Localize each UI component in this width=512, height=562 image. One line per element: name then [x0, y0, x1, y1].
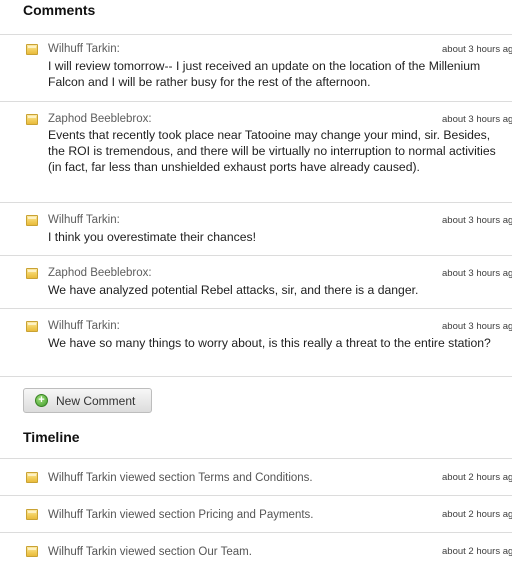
timeline-text: Wilhuff Tarkin viewed section Pricing an…	[48, 509, 314, 521]
timeline-text: Wilhuff Tarkin viewed section Terms and …	[48, 472, 313, 484]
timeline-timestamp: about 2 hours ago	[442, 472, 512, 483]
comment-author: Wilhuff Tarkin:	[48, 214, 120, 226]
plus-circle-icon: +	[35, 394, 48, 407]
comments-heading: Comments	[23, 2, 96, 18]
comment-text: Events that recently took place near Tat…	[48, 128, 496, 174]
comment-text: We have analyzed potential Rebel attacks…	[48, 283, 419, 297]
comment-author: Wilhuff Tarkin:	[48, 43, 120, 55]
timeline-item: Wilhuff Tarkin viewed section Terms and …	[0, 458, 512, 496]
comment-text: I think you overestimate their chances!	[48, 230, 256, 244]
comment-text: We have so many things to worry about, i…	[48, 336, 491, 350]
timeline-timestamp: about 2 hours ago	[442, 509, 512, 520]
comment-timestamp: about 3 hours ago	[442, 268, 512, 279]
comment-timestamp: about 3 hours ago	[442, 215, 512, 226]
note-icon	[26, 114, 38, 125]
note-icon	[26, 44, 38, 55]
comment-timestamp: about 3 hours ago	[442, 321, 512, 332]
timeline-item: Wilhuff Tarkin viewed section Our Team. …	[0, 532, 512, 562]
comment-author: Wilhuff Tarkin:	[48, 320, 120, 332]
comment-author: Zaphod Beeblebrox:	[48, 267, 152, 279]
new-comment-label: New Comment	[56, 394, 136, 408]
comment-item: Wilhuff Tarkin: about 3 hours ago I will…	[0, 34, 512, 102]
comments-divider	[0, 376, 512, 377]
comment-timestamp: about 3 hours ago	[442, 44, 512, 55]
timeline-timestamp: about 2 hours ago	[442, 546, 512, 557]
comment-item: Zaphod Beeblebrox: about 3 hours ago Eve…	[0, 101, 512, 202]
timeline-text: Wilhuff Tarkin viewed section Our Team.	[48, 546, 252, 558]
comment-author: Zaphod Beeblebrox:	[48, 113, 152, 125]
comment-item: Zaphod Beeblebrox: about 3 hours ago We …	[0, 255, 512, 308]
comment-text: I will review tomorrow-- I just received…	[48, 59, 481, 89]
timeline-item: Wilhuff Tarkin viewed section Pricing an…	[0, 495, 512, 533]
note-icon	[26, 321, 38, 332]
note-icon	[26, 472, 38, 483]
note-icon	[26, 546, 38, 557]
note-icon	[26, 509, 38, 520]
note-icon	[26, 268, 38, 279]
note-icon	[26, 215, 38, 226]
new-comment-button[interactable]: + New Comment	[23, 388, 152, 413]
timeline-heading: Timeline	[23, 429, 80, 445]
comment-item: Wilhuff Tarkin: about 3 hours ago We hav…	[0, 308, 512, 377]
comment-timestamp: about 3 hours ago	[442, 114, 512, 125]
comment-item: Wilhuff Tarkin: about 3 hours ago I thin…	[0, 202, 512, 255]
